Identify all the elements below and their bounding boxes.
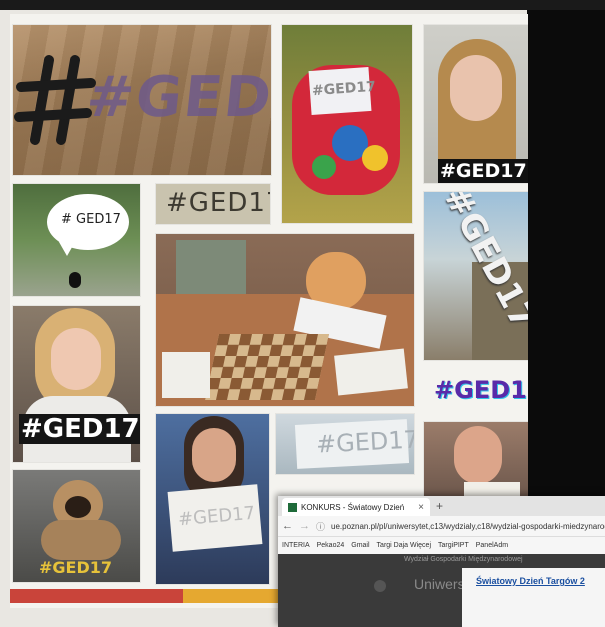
- floor-hashtag-text: #GED17: [83, 65, 271, 130]
- bookmark-targipipt[interactable]: TargiPIPT: [438, 542, 469, 549]
- tile-woman-card: #GED17: [156, 414, 269, 584]
- woman-top-caption: #GED17: [438, 159, 528, 183]
- bookmark-paneladm[interactable]: PanelAdm: [476, 542, 508, 549]
- page-link[interactable]: Światowy Dzień Targów 2: [476, 576, 585, 586]
- tile-girl-right: [424, 422, 528, 502]
- purple-hashtag-text: #GED17: [434, 376, 528, 404]
- microphone-icon: [374, 580, 386, 592]
- bookmark-interia[interactable]: INTERIA: [282, 542, 310, 549]
- forward-arrow-icon[interactable]: →: [299, 520, 310, 532]
- bookmark-pekao[interactable]: Pekao24: [317, 542, 345, 549]
- tile-floor-hashtag: #GED17: [13, 25, 271, 175]
- strip-red: [10, 589, 183, 603]
- bubble-text: # GED17: [61, 212, 121, 227]
- back-arrow-icon[interactable]: ←: [282, 520, 293, 532]
- site-header: Wydział Gospodarki Międzynarodowej Uniwe…: [278, 554, 605, 627]
- browser-window: KONKURS - Światowy Dzień × + ← → ⓘ ue.po…: [278, 496, 605, 627]
- tile-toy-sign: #GED17: [282, 25, 412, 223]
- info-icon[interactable]: ⓘ: [316, 520, 325, 533]
- bookmark-targi[interactable]: Targi Daja Więcej: [377, 542, 431, 549]
- tile-woman-left: #GED17: [13, 306, 140, 462]
- site-header-small: Wydział Gospodarki Międzynarodowej: [404, 556, 523, 563]
- address-input[interactable]: ue.poznan.pl/pl/uniwersytet,c13/wydzialy…: [331, 522, 605, 531]
- tile-building: #GED17: [424, 192, 528, 360]
- tile-paper-hashtag: #GED17: [276, 414, 414, 474]
- tab-title: KONKURS - Światowy Dzień: [301, 502, 405, 512]
- bookmark-gmail[interactable]: Gmail: [351, 542, 369, 549]
- small-card-text: #GED17: [166, 188, 270, 218]
- tab-active[interactable]: KONKURS - Światowy Dzień ×: [282, 498, 430, 516]
- tile-small-card: #GED17: [156, 184, 270, 224]
- tile-hashtag-purple: #GED17: [424, 370, 528, 412]
- paper-hashtag-text: #GED17: [315, 425, 414, 459]
- favicon-icon: [288, 502, 297, 512]
- content-panel: Światowy Dzień Targów 2: [462, 568, 605, 627]
- tile-cat-bubble: # GED17: [13, 184, 140, 296]
- tile-dog: #GED17: [13, 470, 140, 582]
- woman-left-caption: #GED17: [19, 414, 140, 444]
- address-row: ← → ⓘ ue.poznan.pl/pl/uniwersytet,c13/wy…: [278, 516, 605, 537]
- tile-chess: [156, 234, 414, 406]
- dog-caption: #GED17: [39, 558, 113, 577]
- tab-strip: KONKURS - Światowy Dzień × +: [278, 496, 605, 516]
- bookmarks-bar: INTERIA Pekao24 Gmail Targi Daja Więcej …: [278, 537, 605, 555]
- new-tab-button[interactable]: +: [436, 499, 443, 513]
- tab-close-icon[interactable]: ×: [418, 502, 424, 513]
- tile-woman-top: #GED17: [424, 25, 528, 183]
- top-dark-bar: [0, 0, 605, 10]
